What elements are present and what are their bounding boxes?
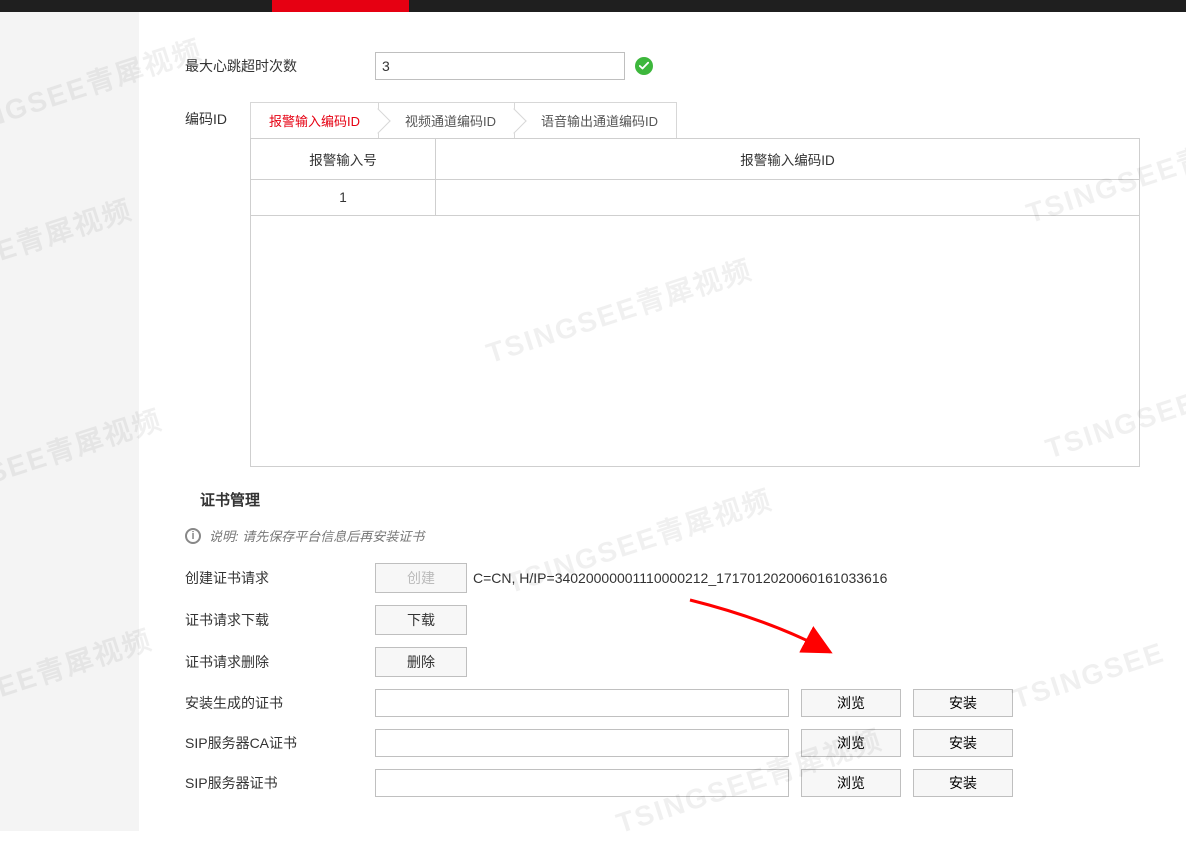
cert-server-install-button[interactable]: 安装 <box>913 769 1013 797</box>
cert-section-title: 证书管理 <box>200 489 1140 510</box>
cert-download-label: 证书请求下载 <box>185 610 375 630</box>
cert-create-text: C=CN, H/IP=34020000001110000212_17170120… <box>473 570 887 586</box>
encode-id-label: 编码ID <box>185 102 250 128</box>
cert-create-button: 创建 <box>375 563 467 593</box>
cert-server-input[interactable] <box>375 769 789 797</box>
cert-server-label: SIP服务器证书 <box>185 773 375 793</box>
cert-download-button[interactable]: 下载 <box>375 605 467 635</box>
tab-video-encode-label: 视频通道编码ID <box>405 114 496 129</box>
sidebar <box>0 12 139 831</box>
cert-delete-button[interactable]: 删除 <box>375 647 467 677</box>
tab-alarm-encode-label: 报警输入编码ID <box>269 114 360 129</box>
cert-ca-install-button[interactable]: 安装 <box>913 729 1013 757</box>
tab-preview-strip[interactable] <box>135 0 272 12</box>
cert-generated-label: 安装生成的证书 <box>185 693 375 713</box>
cert-server-browse-button[interactable]: 浏览 <box>801 769 901 797</box>
heartbeat-label: 最大心跳超时次数 <box>185 57 375 75</box>
check-ok-icon <box>635 57 653 75</box>
cell-alarm-no: 1 <box>251 180 436 216</box>
th-alarm-no: 报警输入号 <box>251 139 436 180</box>
info-icon: i <box>185 528 201 544</box>
cert-delete-label: 证书请求删除 <box>185 652 375 672</box>
cert-generated-browse-button[interactable]: 浏览 <box>801 689 901 717</box>
table-row[interactable]: 1 <box>251 180 1139 216</box>
cert-generated-input[interactable] <box>375 689 789 717</box>
tab-alarm-encode[interactable]: 报警输入编码ID <box>251 103 379 138</box>
heartbeat-input[interactable] <box>375 52 625 80</box>
cert-generated-install-button[interactable]: 安装 <box>913 689 1013 717</box>
cert-ca-label: SIP服务器CA证书 <box>185 733 375 753</box>
tab-voice-encode-label: 语音输出通道编码ID <box>541 114 658 129</box>
th-alarm-id: 报警输入编码ID <box>436 139 1139 180</box>
cert-ca-input[interactable] <box>375 729 789 757</box>
tab-voice-encode[interactable]: 语音输出通道编码ID <box>515 103 676 138</box>
cert-create-label: 创建证书请求 <box>185 568 375 588</box>
cert-note: 说明: 请先保存平台信息后再安装证书 <box>209 526 424 545</box>
cert-ca-browse-button[interactable]: 浏览 <box>801 729 901 757</box>
encode-table: 报警输入号 报警输入编码ID 1 <box>250 138 1140 467</box>
top-bar <box>0 0 1186 12</box>
tab-video-encode[interactable]: 视频通道编码ID <box>379 103 515 138</box>
cell-alarm-id <box>436 180 1139 216</box>
tab-config-strip[interactable] <box>272 0 409 12</box>
